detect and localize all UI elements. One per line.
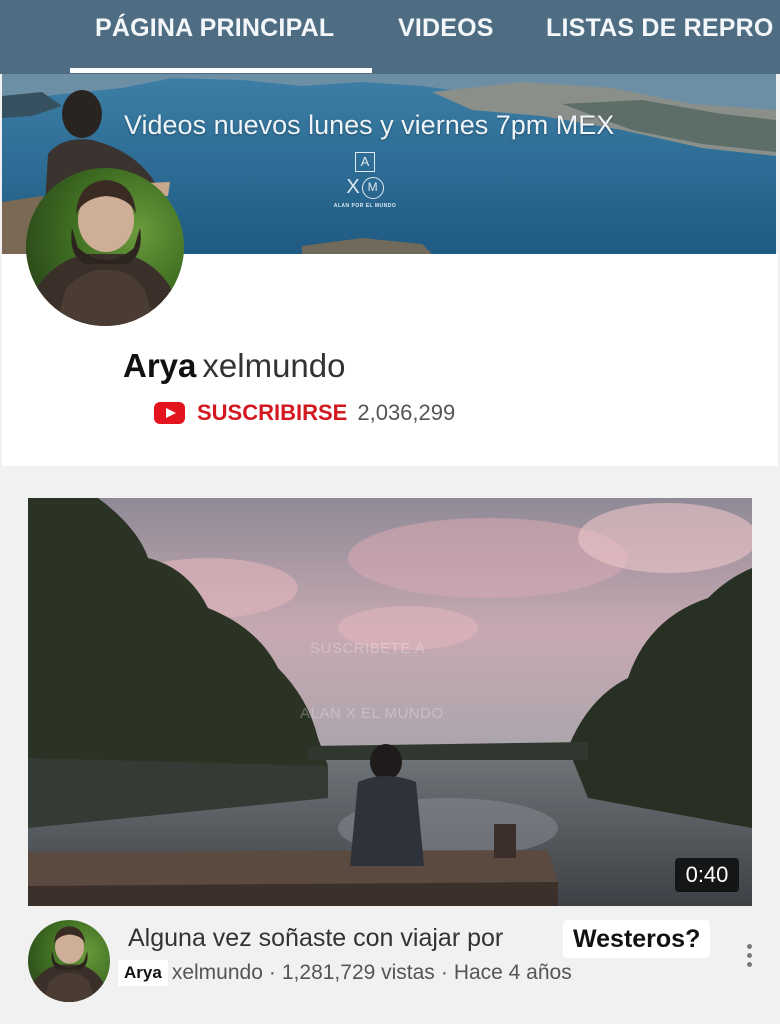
subscribe-row: SUSCRIBIRSE 2,036,299 xyxy=(154,399,455,427)
active-tab-indicator xyxy=(70,68,372,73)
logo-letter-m: M xyxy=(361,176,384,199)
tab-playlists[interactable]: LISTAS DE REPRO xyxy=(546,14,774,43)
logo-letter-x: X xyxy=(346,176,360,198)
kebab-dot xyxy=(746,944,752,949)
video-duration-badge: 0:40 xyxy=(675,858,739,892)
banner-caption: Videos nuevos lunes y viernes 7pm MEX xyxy=(124,110,615,140)
tab-videos[interactable]: VIDEOS xyxy=(398,14,494,43)
channel-logo: A XM ALAN POR EL MUNDO xyxy=(320,152,410,222)
meta-separator: · xyxy=(440,961,448,984)
avatar-portrait-image xyxy=(28,926,110,1002)
channel-name-bold: Arya xyxy=(123,347,197,384)
avatar-portrait-image xyxy=(26,180,184,326)
video-channel-name-bold[interactable]: Arya xyxy=(118,960,168,986)
thumbnail-lake-image xyxy=(28,498,752,906)
watermark-channel: ALAN X EL MUNDO xyxy=(300,705,444,722)
logo-x-m: XM xyxy=(320,176,410,199)
subscribe-button[interactable]: SUSCRIBIRSE xyxy=(197,400,347,426)
kebab-dot xyxy=(746,962,752,967)
logo-subtitle: ALAN POR EL MUNDO xyxy=(333,202,397,209)
video-channel-avatar[interactable] xyxy=(28,920,110,1002)
logo-letter-a: A xyxy=(355,152,375,172)
subscriber-count: 2,036,299 xyxy=(357,400,456,425)
video-title-highlight[interactable]: Westeros? xyxy=(563,920,711,958)
kebab-menu-icon[interactable] xyxy=(742,944,756,974)
video-meta: Arya xelmundo · 1,281,729 vistas · Hace … xyxy=(118,960,572,986)
channel-tab-bar: PÁGINA PRINCIPAL VIDEOS LISTAS DE REPRO xyxy=(0,0,780,74)
video-channel-name-rest[interactable]: xelmundo xyxy=(172,961,263,985)
video-age: Hace 4 años xyxy=(453,961,572,984)
video-view-count: 1,281,729 vistas xyxy=(281,961,435,984)
watermark-subscribe: SUSCRIBETE A xyxy=(310,640,426,657)
tab-home[interactable]: PÁGINA PRINCIPAL xyxy=(95,14,334,43)
video-thumbnail[interactable]: SUSCRIBETE A ALAN X EL MUNDO xyxy=(28,498,752,906)
channel-name-rest: xelmundo xyxy=(202,347,346,384)
channel-avatar[interactable] xyxy=(26,168,184,326)
kebab-dot xyxy=(746,953,752,958)
youtube-play-icon[interactable] xyxy=(154,402,185,424)
video-title[interactable]: Alguna vez soñaste con viajar por xyxy=(128,924,503,953)
meta-separator: · xyxy=(268,961,276,984)
channel-name: Arya xelmundo xyxy=(123,347,345,385)
